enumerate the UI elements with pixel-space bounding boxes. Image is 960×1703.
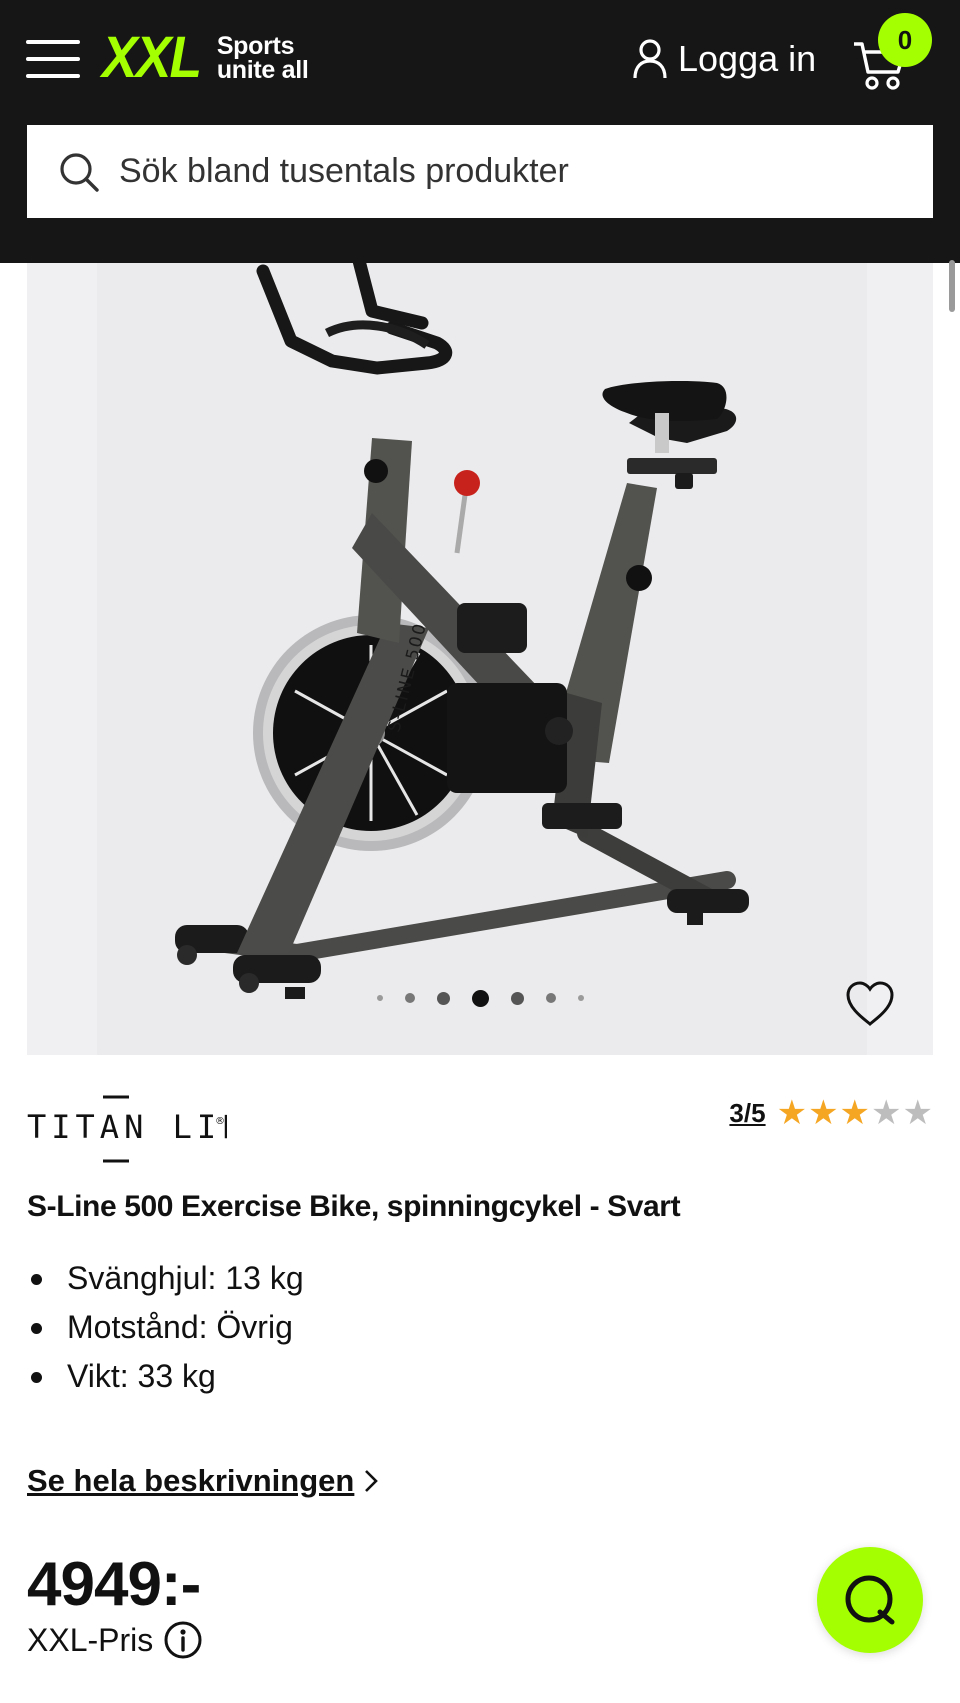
xxl-logo[interactable]: XXL Sports unite all (102, 28, 309, 88)
gallery-dot-3[interactable] (436, 991, 450, 1005)
gallery-dot-7[interactable] (577, 995, 584, 1001)
chat-button[interactable] (817, 1547, 923, 1653)
product-title: S-Line 500 Exercise Bike, spinningcykel … (27, 1190, 681, 1223)
menu-icon-bar-middle (26, 57, 80, 61)
brand-name: TITAN LIFE (27, 1108, 227, 1146)
product-rating[interactable]: 3/5 ★ ★ ★ ★ ★ (729, 1096, 933, 1130)
cart-count-badge: 0 (878, 13, 932, 67)
price-label: XXL-Pris (27, 1620, 203, 1660)
star-icon-empty: ★ (871, 1094, 902, 1132)
product-image-gallery[interactable]: S-LINE 500 (27, 263, 933, 1055)
logo-tagline-line2: unite all (216, 56, 309, 84)
search-icon (60, 152, 99, 192)
info-icon[interactable] (163, 1620, 203, 1660)
user-icon (633, 39, 667, 79)
chat-icon (845, 1575, 895, 1625)
product-image: S-LINE 500 (175, 263, 749, 999)
menu-icon-bar-top (26, 40, 80, 44)
star-icon-filled: ★ (776, 1094, 808, 1132)
chevron-right-icon (365, 1470, 379, 1492)
product-price: 4949:- (27, 1550, 201, 1619)
gallery-dot-6[interactable] (545, 993, 556, 1003)
search-bar[interactable] (27, 125, 933, 218)
full-description-link[interactable]: Se hela beskrivningen (27, 1463, 379, 1499)
logo-mark: XXL (102, 25, 202, 90)
full-description-label: Se hela beskrivningen (27, 1463, 355, 1498)
page-scrollbar[interactable] (949, 260, 955, 312)
star-icon-filled: ★ (808, 1094, 839, 1132)
gallery-dot-2[interactable] (404, 993, 415, 1003)
spec-item: Vikt: 33 kg (27, 1352, 304, 1401)
brand-registered-mark: ® (215, 1116, 225, 1127)
product-specs-list: Svänghjul: 13 kg Motstånd: Övrig Vikt: 3… (27, 1254, 304, 1401)
menu-button[interactable] (26, 38, 82, 80)
gallery-dot-1[interactable] (376, 995, 383, 1001)
star-icon-filled: ★ (839, 1094, 871, 1132)
spec-item: Svänghjul: 13 kg (27, 1254, 304, 1303)
site-header: XXL Sports unite all Logga in 0 (0, 0, 960, 263)
brand-logo[interactable]: TITAN LIFE ® (27, 1094, 227, 1164)
gallery-dot-4-active[interactable] (471, 989, 489, 1007)
gallery-dot-5[interactable] (510, 991, 524, 1005)
star-icon-empty: ★ (902, 1094, 933, 1132)
login-label: Logga in (678, 38, 817, 79)
heart-icon[interactable] (844, 980, 896, 1028)
login-button[interactable]: Logga in (632, 34, 816, 84)
logo-tagline: Sports unite all (216, 34, 309, 84)
menu-icon-bar-bottom (26, 74, 80, 78)
search-input[interactable] (117, 151, 877, 192)
price-label-text: XXL-Pris (27, 1621, 154, 1658)
gallery-pagination (0, 988, 960, 1008)
spec-item: Motstånd: Övrig (27, 1303, 304, 1352)
rating-text: 3/5 (729, 1097, 766, 1128)
